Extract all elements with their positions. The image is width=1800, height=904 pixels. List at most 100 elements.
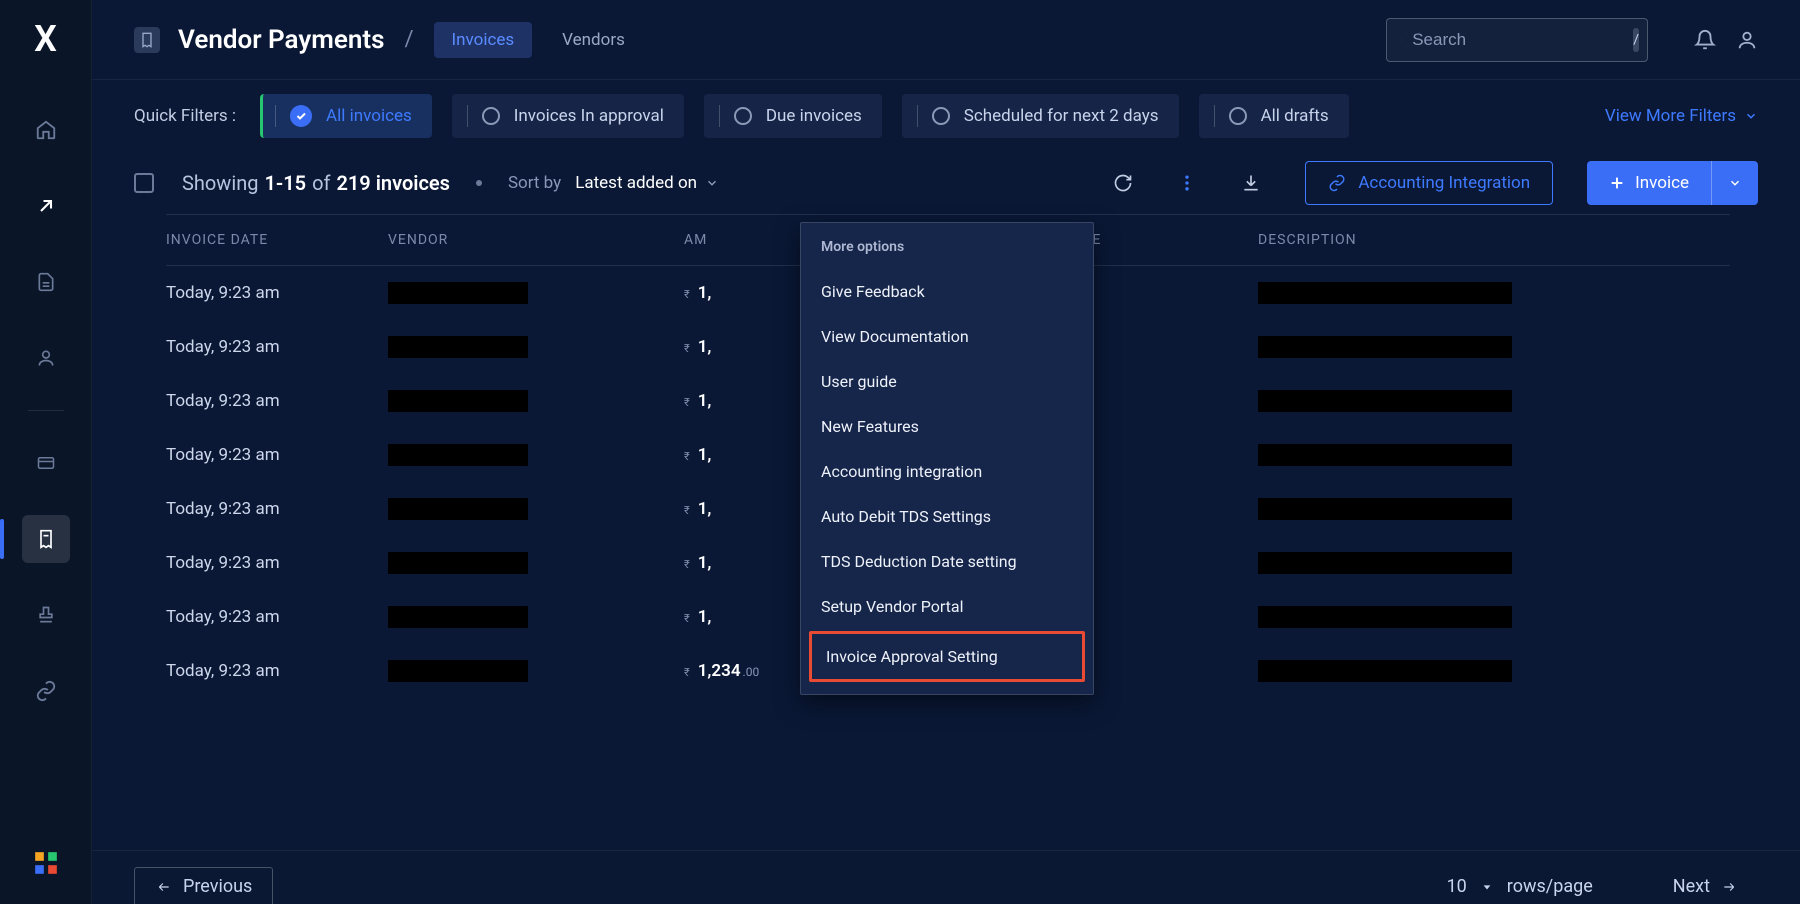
page-title: Vendor Payments <box>178 25 384 55</box>
filter-in-approval[interactable]: Invoices In approval <box>452 94 684 138</box>
search-input-wrap[interactable]: / <box>1386 18 1648 62</box>
topbar: Vendor Payments / Invoices Vendors / <box>92 0 1800 80</box>
filter-scheduled[interactable]: Scheduled for next 2 days <box>902 94 1179 138</box>
filter-all-invoices[interactable]: All invoices <box>260 94 432 138</box>
refresh-button[interactable] <box>1113 173 1133 193</box>
new-invoice-button[interactable]: Invoice <box>1587 161 1758 205</box>
menu-view-documentation[interactable]: View Documentation <box>801 314 1093 359</box>
file-icon <box>36 271 56 293</box>
nav-link[interactable] <box>22 667 70 715</box>
dropdown-title: More options <box>801 223 1093 269</box>
nav-invoice[interactable] <box>22 515 70 563</box>
cell-vendor <box>388 552 684 574</box>
col-description: DESCRIPTION <box>1258 232 1730 248</box>
nav-card[interactable] <box>22 439 70 487</box>
sort-select[interactable]: Latest added on <box>575 173 719 193</box>
user-icon <box>36 348 56 368</box>
cell-date: Today, 9:23 am <box>166 283 388 303</box>
download-icon <box>1241 173 1261 193</box>
menu-user-guide[interactable]: User guide <box>801 359 1093 404</box>
rows-per-page[interactable]: 10 rows/page <box>1447 876 1593 897</box>
quick-filters-label: Quick Filters : <box>134 106 236 126</box>
divider <box>28 410 64 411</box>
plus-icon <box>1609 175 1625 191</box>
cell-date: Today, 9:23 am <box>166 553 388 573</box>
left-sidebar: X <box>0 0 92 904</box>
title-icon <box>134 27 160 53</box>
menu-new-features[interactable]: New Features <box>801 404 1093 449</box>
chevron-down-icon <box>705 176 719 190</box>
more-options-button[interactable] <box>1177 173 1197 193</box>
col-invoice-date: INVOICE DATE <box>166 232 388 248</box>
cell-vendor <box>388 660 684 682</box>
cell-date: Today, 9:23 am <box>166 391 388 411</box>
profile-icon <box>1736 29 1758 51</box>
arrow-left-icon <box>155 880 173 894</box>
cell-description <box>1258 660 1730 682</box>
cell-date: Today, 9:23 am <box>166 661 388 681</box>
nav-user[interactable] <box>22 334 70 382</box>
cell-description <box>1258 606 1730 628</box>
view-more-filters[interactable]: View More Filters <box>1605 106 1758 126</box>
menu-accounting-integration[interactable]: Accounting integration <box>801 449 1093 494</box>
dot-separator <box>476 180 482 186</box>
caret-down-icon <box>1481 882 1493 892</box>
apps-icon <box>33 850 59 876</box>
cell-date: Today, 9:23 am <box>166 445 388 465</box>
search-input[interactable] <box>1412 30 1633 50</box>
arrow-up-right-icon <box>36 196 56 216</box>
cell-date: Today, 9:23 am <box>166 607 388 627</box>
receipt-icon <box>36 528 56 550</box>
kbd-hint: / <box>1633 28 1639 52</box>
accounting-integration-button[interactable]: Accounting Integration <box>1305 161 1553 205</box>
next-button[interactable]: Next <box>1653 867 1758 904</box>
download-button[interactable] <box>1241 173 1261 193</box>
menu-invoice-approval-setting[interactable]: Invoice Approval Setting <box>809 631 1085 682</box>
nav-stamp[interactable] <box>22 591 70 639</box>
card-icon <box>35 454 57 472</box>
filter-due[interactable]: Due invoices <box>704 94 882 138</box>
tab-vendors[interactable]: Vendors <box>544 22 643 58</box>
previous-button[interactable]: Previous <box>134 867 273 904</box>
nav-send[interactable] <box>22 182 70 230</box>
radio-icon <box>482 107 500 125</box>
cell-date: Today, 9:23 am <box>166 337 388 357</box>
stamp-icon <box>36 604 56 626</box>
cell-vendor <box>388 606 684 628</box>
sort-label: Sort by <box>508 173 561 193</box>
logo: X <box>34 18 57 60</box>
cell-description <box>1258 282 1730 304</box>
menu-give-feedback[interactable]: Give Feedback <box>801 269 1093 314</box>
receipt-small-icon <box>139 31 155 49</box>
select-all-checkbox[interactable] <box>134 173 154 193</box>
menu-auto-debit-tds[interactable]: Auto Debit TDS Settings <box>801 494 1093 539</box>
bell-icon <box>1694 29 1716 51</box>
link-icon <box>1328 174 1346 192</box>
filter-drafts[interactable]: All drafts <box>1199 94 1349 138</box>
notifications-button[interactable] <box>1694 29 1716 51</box>
main-area: Vendor Payments / Invoices Vendors / Qui… <box>92 0 1800 904</box>
nav-apps[interactable] <box>33 850 59 876</box>
cell-date: Today, 9:23 am <box>166 499 388 519</box>
menu-setup-vendor-portal[interactable]: Setup Vendor Portal <box>801 584 1093 629</box>
cell-vendor <box>388 498 684 520</box>
home-icon <box>35 119 57 141</box>
cell-description <box>1258 390 1730 412</box>
cell-vendor <box>388 390 684 412</box>
radio-checked-icon <box>290 105 312 127</box>
tab-invoices[interactable]: Invoices <box>434 22 533 58</box>
nav-document[interactable] <box>22 258 70 306</box>
col-vendor: VENDOR <box>388 232 684 248</box>
cell-description <box>1258 498 1730 520</box>
link-icon <box>35 680 57 702</box>
menu-tds-deduction-date[interactable]: TDS Deduction Date setting <box>801 539 1093 584</box>
nav-home[interactable] <box>22 106 70 154</box>
cell-description <box>1258 444 1730 466</box>
refresh-icon <box>1113 173 1133 193</box>
count-text: Showing 1-15 of 219 invoices <box>182 171 450 195</box>
filter-row: Quick Filters : All invoices Invoices In… <box>92 80 1800 152</box>
new-invoice-caret[interactable] <box>1711 161 1758 205</box>
chevron-down-icon <box>1744 109 1758 123</box>
cell-vendor <box>388 336 684 358</box>
profile-button[interactable] <box>1736 29 1758 51</box>
